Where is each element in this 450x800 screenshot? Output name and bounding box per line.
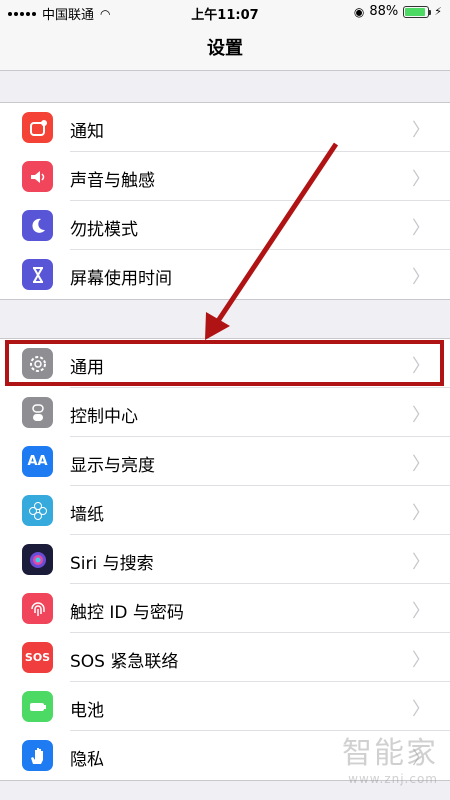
settings-row-notifications[interactable]: 通知 〉: [0, 103, 450, 152]
chevron-right-icon: 〉: [412, 552, 430, 573]
battery-icon: [403, 5, 432, 18]
settings-row-label: 墙纸: [70, 505, 104, 525]
watermark: 智能家 www.znj.com: [342, 728, 438, 786]
chevron-right-icon: 〉: [412, 356, 430, 377]
settings-row-label: 声音与触感: [70, 171, 155, 191]
settings-row-label: 通用: [70, 358, 104, 378]
text-size-icon: AA: [22, 446, 53, 477]
chevron-right-icon: 〉: [412, 218, 430, 239]
status-bar: 中国联通 ◠ 上午11:07 ◉ 88% ⚡: [0, 0, 450, 24]
settings-row-label: 显示与亮度: [70, 456, 155, 476]
settings-row-sos[interactable]: SOS SOS 紧急联络 〉: [0, 633, 450, 682]
settings-row-label: 控制中心: [70, 407, 138, 427]
sos-icon: SOS: [22, 642, 53, 673]
settings-row-label: 触控 ID 与密码: [70, 603, 184, 623]
moon-icon: [22, 210, 53, 241]
navigation-bar: 设置: [0, 24, 450, 71]
settings-row-label: 勿扰模式: [70, 220, 138, 240]
watermark-brand: 智能家: [342, 736, 438, 771]
chevron-right-icon: 〉: [412, 267, 430, 288]
fingerprint-icon: [22, 593, 53, 624]
settings-row-general[interactable]: 通用 〉: [0, 339, 450, 388]
toggle-icon: [22, 397, 53, 428]
settings-row-battery[interactable]: 电池 〉: [0, 682, 450, 731]
hand-icon: [22, 740, 53, 771]
charging-icon: ⚡: [434, 5, 442, 18]
sound-icon: [22, 161, 53, 192]
chevron-right-icon: 〉: [412, 503, 430, 524]
settings-row-label: Siri 与搜索: [70, 554, 154, 574]
battery-icon: [22, 691, 53, 722]
settings-row-label: SOS 紧急联络: [70, 652, 179, 672]
chevron-right-icon: 〉: [412, 601, 430, 622]
page-title: 设置: [207, 38, 243, 59]
settings-row-wallpaper[interactable]: 墙纸 〉: [0, 486, 450, 535]
chevron-right-icon: 〉: [412, 120, 430, 141]
chevron-right-icon: 〉: [412, 405, 430, 426]
siri-icon: [22, 544, 53, 575]
settings-row-control-center[interactable]: 控制中心 〉: [0, 388, 450, 437]
settings-row-label: 通知: [70, 122, 104, 142]
settings-row-display[interactable]: AA 显示与亮度 〉: [0, 437, 450, 486]
gear-icon: [22, 348, 53, 379]
settings-row-label: 屏幕使用时间: [70, 269, 172, 289]
watermark-url: www.znj.com: [348, 772, 438, 786]
settings-row-do-not-disturb[interactable]: 勿扰模式 〉: [0, 201, 450, 250]
settings-row-touch-id[interactable]: 触控 ID 与密码 〉: [0, 584, 450, 633]
chevron-right-icon: 〉: [412, 650, 430, 671]
settings-row-label: 电池: [70, 701, 104, 721]
settings-row-label: 隐私: [70, 750, 104, 770]
settings-row-screen-time[interactable]: 屏幕使用时间 〉: [0, 250, 450, 299]
battery-percent: 88%: [369, 4, 399, 19]
flower-icon: [22, 495, 53, 526]
orientation-lock-icon: ◉: [353, 4, 365, 19]
chevron-right-icon: 〉: [412, 454, 430, 475]
hourglass-icon: [22, 259, 53, 290]
settings-group-2: 通用 〉 控制中心 〉 AA 显示与亮度 〉 墙纸 〉 Siri 与搜索 〉 触…: [0, 338, 450, 781]
settings-group-1: 通知 〉 声音与触感 〉 勿扰模式 〉 屏幕使用时间 〉: [0, 102, 450, 300]
chevron-right-icon: 〉: [412, 699, 430, 720]
notifications-icon: [22, 112, 53, 143]
chevron-right-icon: 〉: [412, 169, 430, 190]
settings-row-sounds[interactable]: 声音与触感 〉: [0, 152, 450, 201]
settings-row-siri[interactable]: Siri 与搜索 〉: [0, 535, 450, 584]
